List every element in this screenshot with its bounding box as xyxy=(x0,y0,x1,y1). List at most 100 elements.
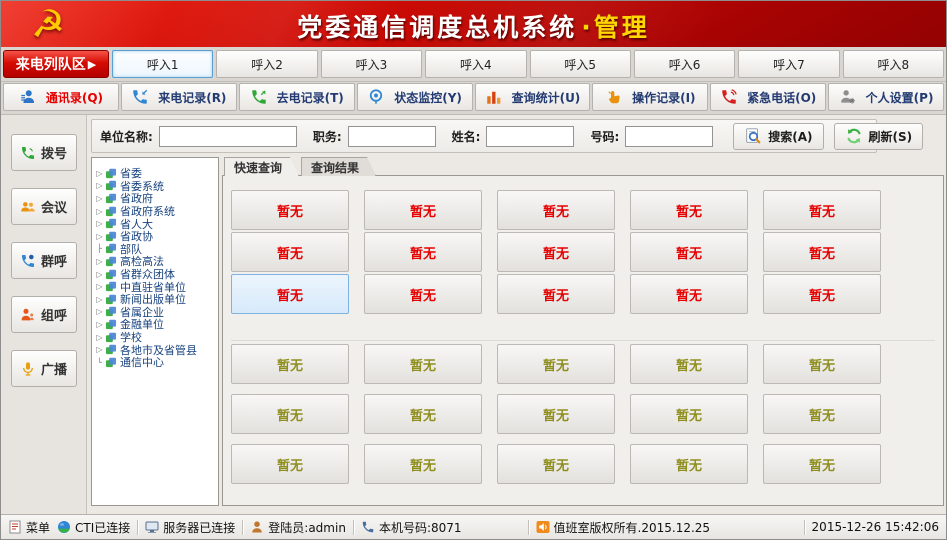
toolbar-contacts-button[interactable]: 通讯录(Q) xyxy=(3,83,119,111)
org-node-icon xyxy=(105,332,117,343)
result-slot-button[interactable]: 暂无 xyxy=(364,444,482,484)
toolbar-incoming-log-button[interactable]: 来电记录(R) xyxy=(121,83,237,111)
toolbar-button-label: 紧急电话(O) xyxy=(747,89,816,106)
tab-quick-query[interactable]: 快速查询 xyxy=(224,157,299,176)
expand-arrow-icon[interactable]: ▷ xyxy=(94,320,105,329)
sidebar-dial-button[interactable]: 拨号 xyxy=(11,134,77,171)
result-slot-button[interactable]: 暂无 xyxy=(630,344,748,384)
expand-arrow-icon[interactable]: ▷ xyxy=(94,194,105,203)
tree-item[interactable]: ▷ 省政府系统 xyxy=(94,205,216,218)
statusbar-server-status: 服务器已连接 xyxy=(145,519,235,536)
tree-item[interactable]: ▷ 省委系统 xyxy=(94,180,216,193)
tree-item[interactable]: └ 通信中心 xyxy=(94,356,216,369)
result-slot-button[interactable]: 暂无 xyxy=(231,444,349,484)
result-slot-button[interactable]: 暂无 xyxy=(497,444,615,484)
expand-arrow-icon[interactable]: ▷ xyxy=(94,270,105,279)
incoming-queue-tab[interactable]: 呼入1 xyxy=(112,50,213,78)
result-slot-button[interactable]: 暂无 xyxy=(231,344,349,384)
tree-item[interactable]: ▷ 省政协 xyxy=(94,230,216,243)
tree-item[interactable]: ▷ 金融单位 xyxy=(94,318,216,331)
statusbar-separator xyxy=(528,520,529,535)
sidebar-mass-call-button[interactable]: 群呼 xyxy=(11,242,77,279)
result-slot-button[interactable]: 暂无 xyxy=(364,344,482,384)
group-call-icon xyxy=(20,307,36,323)
search-button[interactable]: 搜索(A) xyxy=(733,123,823,150)
incoming-queue-tab[interactable]: 呼入3 xyxy=(321,50,422,78)
toolbar-personal-settings-button[interactable]: 个人设置(P) xyxy=(828,83,944,111)
incoming-queue-tab[interactable]: 呼入6 xyxy=(634,50,735,78)
result-slot-button[interactable]: 暂无 xyxy=(231,394,349,434)
expand-arrow-icon[interactable]: ▷ xyxy=(94,219,105,228)
statusbar-extension: 本机号码:8071 xyxy=(361,519,462,536)
incoming-queue-tab[interactable]: 呼入4 xyxy=(425,50,526,78)
incoming-queue-tab[interactable]: 呼入2 xyxy=(216,50,317,78)
body-area: 拨号 会议 群呼 组呼 广播 单位名称: xyxy=(1,115,946,514)
expand-arrow-icon[interactable]: ▷ xyxy=(94,257,105,266)
expand-arrow-icon[interactable]: └ xyxy=(94,358,105,367)
result-slot-button[interactable]: 暂无 xyxy=(630,444,748,484)
result-slot-button[interactable]: 暂无 xyxy=(497,274,615,314)
expand-arrow-icon[interactable]: ▷ xyxy=(94,207,105,216)
status-monitor-icon xyxy=(367,88,385,106)
unit-name-input[interactable] xyxy=(159,126,297,147)
expand-arrow-icon[interactable]: ▷ xyxy=(94,232,105,241)
result-slot-button[interactable]: 暂无 xyxy=(630,274,748,314)
expand-arrow-icon[interactable]: ▷ xyxy=(94,181,105,190)
expand-arrow-icon[interactable]: ▷ xyxy=(94,333,105,342)
expand-arrow-icon[interactable]: ▷ xyxy=(94,169,105,178)
tab-query-result[interactable]: 查询结果 xyxy=(301,157,376,176)
sidebar-button-label: 会议 xyxy=(41,197,67,216)
result-slot-button[interactable]: 暂无 xyxy=(763,190,881,230)
result-slot-button[interactable]: 暂无 xyxy=(231,190,349,230)
grid-row: 暂无暂无暂无暂无暂无 xyxy=(231,190,935,230)
result-slot-button[interactable]: 暂无 xyxy=(630,394,748,434)
name-input[interactable] xyxy=(486,126,574,147)
result-slot-button[interactable]: 暂无 xyxy=(497,394,615,434)
expand-arrow-icon[interactable]: ▷ xyxy=(94,282,105,291)
result-slot-button[interactable]: 暂无 xyxy=(497,190,615,230)
result-slot-button[interactable]: 暂无 xyxy=(497,344,615,384)
expand-arrow-icon[interactable]: ▷ xyxy=(94,307,105,316)
toolbar-status-monitor-button[interactable]: 状态监控(Y) xyxy=(357,83,473,111)
result-slot-button[interactable]: 暂无 xyxy=(763,444,881,484)
result-slot-button[interactable]: 暂无 xyxy=(497,232,615,272)
toolbar-emergency-call-button[interactable]: 紧急电话(O) xyxy=(710,83,826,111)
result-slot-button[interactable]: 暂无 xyxy=(763,274,881,314)
result-slot-button[interactable]: 暂无 xyxy=(364,274,482,314)
expand-arrow-icon[interactable]: ├ xyxy=(94,244,105,253)
sidebar-conference-button[interactable]: 会议 xyxy=(11,188,77,225)
toolbar-outgoing-log-button[interactable]: 去电记录(T) xyxy=(239,83,355,111)
expand-arrow-icon[interactable]: ▷ xyxy=(94,295,105,304)
result-slot-button[interactable]: 暂无 xyxy=(231,232,349,272)
sidebar-broadcast-button[interactable]: 广播 xyxy=(11,350,77,387)
tree-item[interactable]: ▷ 省人大 xyxy=(94,217,216,230)
result-slot-button[interactable]: 暂无 xyxy=(231,274,349,314)
number-input[interactable] xyxy=(625,126,713,147)
toolbar-operation-log-button[interactable]: 操作记录(I) xyxy=(592,83,708,111)
result-slot-button[interactable]: 暂无 xyxy=(364,190,482,230)
expand-arrow-icon[interactable]: ▷ xyxy=(94,345,105,354)
toolbar-button-label: 操作记录(I) xyxy=(632,89,695,106)
sidebar-group-call-button[interactable]: 组呼 xyxy=(11,296,77,333)
result-slot-button[interactable]: 暂无 xyxy=(763,344,881,384)
result-slot-button[interactable]: 暂无 xyxy=(364,232,482,272)
refresh-button[interactable]: 刷新(S) xyxy=(834,123,924,150)
result-slot-button[interactable]: 暂无 xyxy=(763,232,881,272)
incoming-queue-tab[interactable]: 呼入8 xyxy=(843,50,944,78)
extension-phone-icon xyxy=(361,520,375,534)
duty-input[interactable] xyxy=(348,126,436,147)
org-node-icon xyxy=(105,357,117,368)
grid-row: 暂无暂无暂无暂无暂无 xyxy=(231,394,935,434)
result-slot-button[interactable]: 暂无 xyxy=(630,190,748,230)
incoming-queue-tab[interactable]: 呼入7 xyxy=(738,50,839,78)
incoming-queue-label-button[interactable]: 来电列队区 ▶ xyxy=(3,50,109,78)
result-slot-button[interactable]: 暂无 xyxy=(630,232,748,272)
org-node-icon xyxy=(105,319,117,330)
statusbar-menu[interactable]: 菜单 xyxy=(8,519,50,536)
incoming-queue-tab[interactable]: 呼入5 xyxy=(530,50,631,78)
org-node-icon xyxy=(105,193,117,204)
statusbar-separator xyxy=(242,520,243,535)
toolbar-statistics-button[interactable]: 查询统计(U) xyxy=(475,83,591,111)
result-slot-button[interactable]: 暂无 xyxy=(364,394,482,434)
result-slot-button[interactable]: 暂无 xyxy=(763,394,881,434)
